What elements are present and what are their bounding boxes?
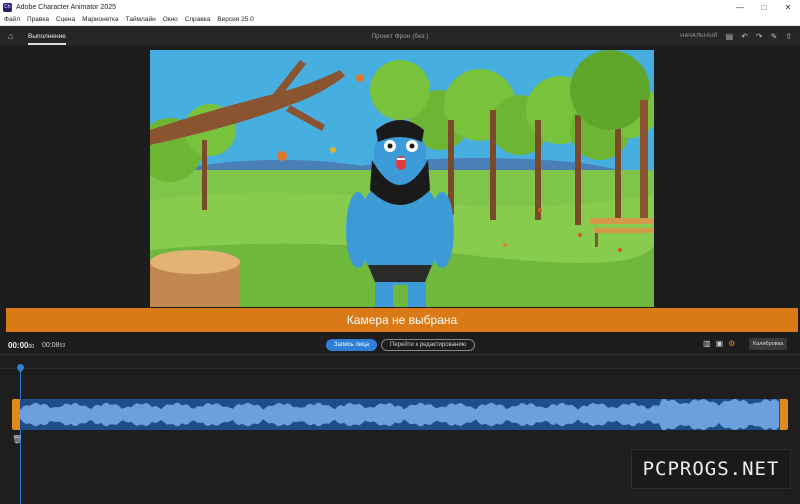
scene-illustration (150, 50, 654, 307)
current-time-frames: 00 (28, 343, 35, 350)
menu-puppet[interactable]: Марионетка (82, 16, 119, 23)
scene-panel (0, 46, 800, 307)
close-icon[interactable]: ✕ (776, 0, 800, 14)
share-icon[interactable]: ⇧ (785, 32, 792, 41)
layout-icon[interactable]: ▤ (726, 32, 734, 41)
menu-file[interactable]: Файл (4, 16, 20, 23)
header-tools: НАЧАЛЬНЫЙ ▤ ↶ ↷ ✎ ⇧ (680, 32, 800, 41)
total-time: 00:0853 (42, 342, 65, 349)
tab-performance[interactable]: Выполнение (28, 28, 66, 45)
scene-stage[interactable] (150, 50, 654, 307)
maximize-icon[interactable]: □ (752, 0, 776, 14)
total-time-value: 00:08 (42, 341, 60, 349)
home-icon[interactable]: ⌂ (8, 31, 22, 41)
menu-edit[interactable]: Правка (27, 16, 49, 23)
menu-window[interactable]: Окно (163, 16, 178, 23)
workspace-bar: ⌂ Выполнение Проект Фрон (без.) НАЧАЛЬНЫ… (0, 26, 800, 46)
app-icon: Ch (3, 2, 12, 12)
undo-icon[interactable]: ↶ (741, 32, 748, 41)
current-time-value: 00:00 (8, 340, 29, 350)
watermark: PCPROGS.NET (631, 449, 791, 489)
minimize-icon[interactable]: — (728, 0, 752, 14)
comment-icon[interactable]: ✎ (771, 32, 778, 41)
go-to-edit-button[interactable]: Перейти к редактированию (381, 339, 476, 351)
camera-warning-banner: Камера не выбрана (6, 308, 798, 332)
transport-icons: ▥ ▣ ⚙ (703, 339, 735, 348)
menu-help[interactable]: Справка (185, 16, 211, 23)
total-time-frames: 53 (59, 342, 66, 349)
audio-waveform (20, 399, 779, 430)
layout-grid-icon[interactable]: ▥ (703, 339, 711, 348)
timeline-ruler[interactable] (0, 355, 800, 369)
camera-icon[interactable]: ▣ (716, 339, 724, 348)
transport-bar: 00:0000 00:0853 Запись лица Перейти к ре… (0, 335, 800, 355)
track-trim-right[interactable] (780, 399, 788, 430)
window-controls: — □ ✕ (728, 0, 800, 14)
menu-version[interactable]: Версия 25.0 (217, 16, 253, 23)
menu-scene[interactable]: Сцена (56, 16, 75, 23)
workspace-start-label[interactable]: НАЧАЛЬНЫЙ (680, 33, 717, 39)
redo-icon[interactable]: ↷ (756, 32, 763, 41)
menu-bar: Файл Правка Сцена Марионетка Таймлайн Ок… (0, 14, 800, 26)
window-title: Adobe Character Animator 2025 (16, 3, 117, 11)
menu-timeline[interactable]: Таймлайн (126, 16, 156, 23)
record-face-button[interactable]: Запись лица (326, 339, 377, 351)
trash-icon[interactable]: 🗑 (12, 435, 22, 444)
current-time: 00:0000 (8, 341, 34, 350)
title-bar: Ch Adobe Character Animator 2025 — □ ✕ (0, 0, 800, 14)
track-trim-left[interactable] (12, 399, 20, 430)
calibrate-button[interactable]: Калибровка (749, 338, 788, 350)
audio-track[interactable] (20, 399, 780, 430)
gear-icon[interactable]: ⚙ (728, 339, 735, 348)
